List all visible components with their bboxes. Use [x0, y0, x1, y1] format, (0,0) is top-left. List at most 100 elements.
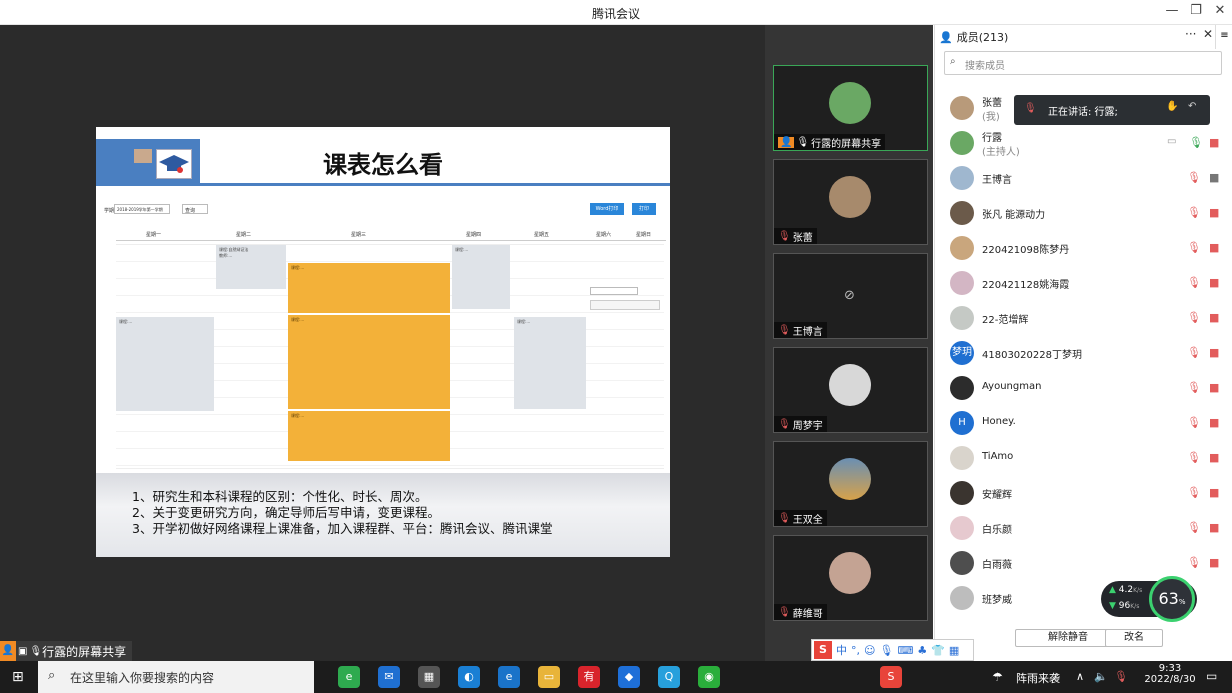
tencent-meeting-icon[interactable]: ◆	[618, 666, 640, 688]
video-tile[interactable]: 🎙 张蕾	[773, 159, 928, 245]
mic-muted-icon[interactable]: 🎙	[1187, 276, 1201, 289]
course-block[interactable]: 课程:…	[288, 263, 450, 313]
screen-share-indicator[interactable]: 👤 ▣ 🎙 行露的屏幕共享	[0, 641, 133, 661]
mic-muted-icon[interactable]: 🎙	[1187, 486, 1201, 499]
mic-muted-icon[interactable]: 🎙	[1187, 241, 1201, 254]
camera-off-icon[interactable]: ■	[1209, 521, 1219, 534]
camera-off-icon[interactable]: ■	[1209, 311, 1219, 324]
query-button[interactable]: 查询	[182, 204, 208, 214]
member-row[interactable]: TiAmo 🎙 ■	[935, 441, 1232, 476]
member-row[interactable]: 行露 (主持人) ▭ 🎙 ■	[935, 126, 1232, 161]
wechat-icon[interactable]: ◉	[698, 666, 720, 688]
mic-muted-icon[interactable]: 🎙	[1187, 171, 1201, 184]
member-row[interactable]: 梦玥 41803020228丁梦玥 🎙 ■	[935, 336, 1232, 371]
mic-muted-icon[interactable]: 🎙	[1187, 346, 1201, 359]
qq-icon[interactable]: Q	[658, 666, 680, 688]
mic-muted-icon[interactable]: 🎙	[1187, 556, 1201, 569]
camera-off-icon[interactable]: ■	[1209, 381, 1219, 394]
tray-chevron-icon[interactable]: ∧	[1076, 670, 1084, 683]
weather-icon[interactable]: ☂	[992, 670, 1003, 684]
sogou-tray-icon[interactable]: S	[880, 666, 902, 688]
mic-tray-icon[interactable]: 🎙	[1114, 670, 1128, 683]
app-icon-360[interactable]: e	[338, 666, 360, 688]
punct-icon[interactable]: °,	[851, 644, 860, 657]
close-icon[interactable]: ✕	[1203, 27, 1213, 41]
video-tile[interactable]: 🎙 周梦宇	[773, 347, 928, 433]
mic-muted-icon[interactable]: 🎙	[1187, 311, 1201, 324]
mic-icon[interactable]: 🎙	[1189, 136, 1203, 149]
youdao-icon[interactable]: 有	[578, 666, 600, 688]
weather-text[interactable]: 阵雨来袭	[1016, 670, 1060, 686]
speaker-icon[interactable]: 🔈	[1094, 670, 1108, 683]
maximize-button[interactable]: ❐	[1186, 3, 1206, 18]
file-explorer-icon[interactable]: ▭	[538, 666, 560, 688]
camera-off-icon[interactable]: ■	[1209, 416, 1219, 429]
ie-icon[interactable]: e	[498, 666, 520, 688]
menu-icon[interactable]: ≡	[1215, 25, 1232, 49]
close-button[interactable]: ✕	[1210, 3, 1230, 18]
clock[interactable]: 9:33 2022/8/30	[1142, 663, 1198, 685]
memory-usage-indicator[interactable]: 63%	[1149, 576, 1195, 622]
member-row[interactable]: 白雨薇 🎙 ■	[935, 546, 1232, 581]
course-block[interactable]: 课程:…	[514, 317, 586, 409]
back-icon[interactable]: ↶	[1188, 101, 1196, 112]
member-row[interactable]: 22-范增辉 🎙 ■	[935, 301, 1232, 336]
member-row[interactable]: Ayoungman 🎙 ■	[935, 371, 1232, 406]
ime-toolbar[interactable]: S 中 °, ☺ 🎙 ⌨ ♣ 👕 ▦	[811, 639, 974, 661]
camera-off-icon[interactable]: ■	[1209, 556, 1219, 569]
member-row[interactable]: 安耀辉 🎙 ■	[935, 476, 1232, 511]
keyboard-icon[interactable]: ⌨	[897, 644, 913, 657]
course-block[interactable]: 课程:自然辩证法 教师:…	[216, 245, 286, 289]
member-search-input[interactable]: ⌕ 搜索成员	[944, 51, 1222, 75]
video-tile[interactable]: ⊘ 🎙 王博言	[773, 253, 928, 339]
more-icon[interactable]: ···	[1185, 27, 1196, 41]
edge-icon[interactable]: ◐	[458, 666, 480, 688]
ime-mode[interactable]: 中	[836, 642, 847, 658]
member-row[interactable]: 220421098陈梦丹 🎙 ■	[935, 231, 1232, 266]
rename-button[interactable]: 改名	[1105, 629, 1163, 647]
member-row[interactable]: 白乐颜 🎙 ■	[935, 511, 1232, 546]
emoji-icon[interactable]: ☺	[864, 644, 875, 657]
skin-icon[interactable]: ♣	[917, 644, 927, 657]
video-tile[interactable]: 👤 🎙 行露的屏幕共享	[773, 65, 928, 151]
raise-hand-icon[interactable]: ✋	[1166, 101, 1178, 112]
upload-speed: ▲ 4.2K/s	[1109, 585, 1143, 595]
camera-off-icon[interactable]: ■	[1209, 136, 1219, 149]
mic-muted-icon[interactable]: 🎙	[1187, 381, 1201, 394]
taskbar-search-input[interactable]: ⌕ 在这里输入你要搜索的内容	[38, 661, 314, 693]
camera-off-icon[interactable]: ■	[1209, 451, 1219, 464]
member-row[interactable]: 王博言 🎙 ■	[935, 161, 1232, 196]
print-button[interactable]: 打印	[632, 203, 656, 215]
camera-icon[interactable]: ■	[1209, 171, 1219, 184]
camera-off-icon[interactable]: ■	[1209, 346, 1219, 359]
member-row[interactable]: 220421128姚海霞 🎙 ■	[935, 266, 1232, 301]
camera-off-icon[interactable]: ■	[1209, 486, 1219, 499]
grid-icon[interactable]: ▦	[949, 644, 959, 657]
member-row[interactable]: H Honey. 🎙 ■	[935, 406, 1232, 441]
mic-muted-icon[interactable]: 🎙	[1187, 416, 1201, 429]
mic-muted-icon[interactable]: 🎙	[1187, 451, 1201, 464]
mic-muted-icon[interactable]: 🎙	[1187, 206, 1201, 219]
video-tile[interactable]: 🎙 薛维哥	[773, 535, 928, 621]
windows-start-icon[interactable]: ⊞	[12, 669, 24, 685]
course-block[interactable]: 课程:…	[288, 411, 450, 461]
voice-icon[interactable]: 🎙	[879, 644, 893, 657]
minimize-button[interactable]: —	[1162, 3, 1182, 18]
mic-muted-icon[interactable]: 🎙	[1187, 521, 1201, 534]
member-row[interactable]: 张凡 能源动力 🎙 ■	[935, 196, 1232, 231]
camera-off-icon[interactable]: ■	[1209, 206, 1219, 219]
course-block[interactable]: 课程:…	[452, 245, 510, 309]
camera-off-icon[interactable]: ■	[1209, 276, 1219, 289]
video-tile[interactable]: 🎙 王双全	[773, 441, 928, 527]
word-print-button[interactable]: Word打印	[590, 203, 624, 215]
mic-muted-icon: 🎙	[778, 512, 791, 524]
shirt-icon[interactable]: 👕	[931, 644, 945, 657]
course-block[interactable]: 课程:…	[116, 317, 214, 411]
store-icon[interactable]: ▦	[418, 666, 440, 688]
video-tile-caption: 🎙 薛维哥	[774, 604, 827, 620]
semester-select[interactable]: 2018-2019学年第一学期	[114, 204, 170, 214]
camera-off-icon[interactable]: ■	[1209, 241, 1219, 254]
mail-icon[interactable]: ✉	[378, 666, 400, 688]
notification-icon[interactable]: ▭	[1206, 669, 1217, 683]
course-block[interactable]: 课程:…	[288, 315, 450, 409]
